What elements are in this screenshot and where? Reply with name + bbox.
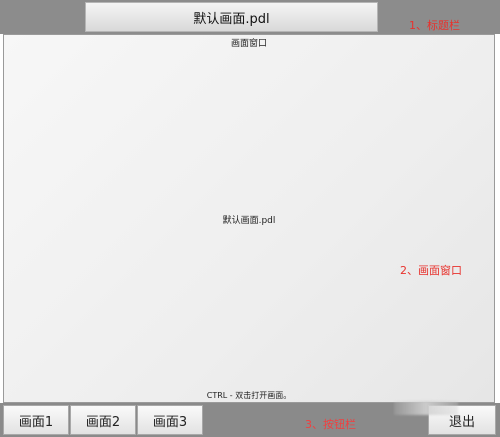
open-picture-hint: CTRL - 双击打开画面。 — [206, 391, 292, 400]
picture-1-button[interactable]: 画面1 — [3, 405, 69, 435]
window-title: 默认画面.pdl — [85, 2, 378, 32]
current-picture-name: 默认画面.pdl — [222, 216, 276, 226]
annotation-title-bar: 1、标题栏 — [409, 19, 460, 32]
window-caption: 画面窗口 — [230, 39, 267, 49]
annotation-picture-window: 2、画面窗口 — [400, 264, 462, 277]
picture-2-button[interactable]: 画面2 — [70, 405, 136, 435]
annotation-button-bar: 3、按钮栏 — [305, 418, 356, 431]
picture-window[interactable]: 画面窗口 默认画面.pdl CTRL - 双击打开画面。 — [3, 34, 495, 403]
picture-3-button[interactable]: 画面3 — [137, 405, 203, 435]
watermark-blur — [394, 401, 458, 415]
